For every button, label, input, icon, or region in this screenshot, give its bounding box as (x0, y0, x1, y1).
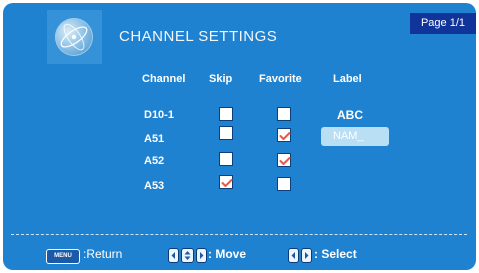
up-down-arrow-key-icon (181, 248, 194, 263)
channel-name: A53 (144, 180, 165, 192)
return-hint: :Return (83, 247, 123, 261)
skip-checkbox[interactable] (219, 175, 233, 189)
favorite-checkbox[interactable] (277, 177, 291, 191)
favorite-checkbox[interactable] (277, 153, 291, 167)
channel-label[interactable]: ABC (337, 108, 363, 122)
favorite-checkbox[interactable] (277, 128, 291, 142)
page-indicator: Page 1/1 (410, 13, 476, 34)
column-header-label: Label (333, 73, 362, 85)
skip-checkbox[interactable] (219, 107, 233, 121)
left-arrow-key-icon (168, 248, 179, 263)
check-icon (221, 179, 233, 187)
move-hint: : Move (208, 247, 247, 261)
left-arrow-key-icon (288, 248, 299, 263)
favorite-checkbox[interactable] (277, 107, 291, 121)
skip-checkbox[interactable] (219, 152, 233, 166)
skip-checkbox[interactable] (219, 126, 233, 140)
column-header-skip: Skip (209, 73, 233, 85)
page-title: CHANNEL SETTINGS (119, 28, 278, 45)
globe-icon (55, 18, 93, 56)
select-hint: : Select (314, 247, 357, 261)
footer-divider (11, 234, 467, 235)
channel-label-input[interactable]: NAM_ (321, 127, 389, 146)
channel-name: D10-1 (144, 109, 174, 121)
channel-name: A51 (144, 133, 165, 145)
check-icon (279, 157, 291, 165)
channel-name: A52 (144, 155, 165, 167)
column-header-favorite: Favorite (259, 73, 302, 85)
right-arrow-key-icon (301, 248, 312, 263)
channel-settings-screen: CHANNEL SETTINGS Page 1/1 Channel Skip F… (3, 3, 476, 270)
check-icon (279, 132, 291, 140)
right-arrow-key-icon (196, 248, 207, 263)
logo-tile (47, 10, 102, 64)
menu-key-icon: MENU (46, 249, 80, 264)
column-header-channel: Channel (142, 73, 186, 85)
